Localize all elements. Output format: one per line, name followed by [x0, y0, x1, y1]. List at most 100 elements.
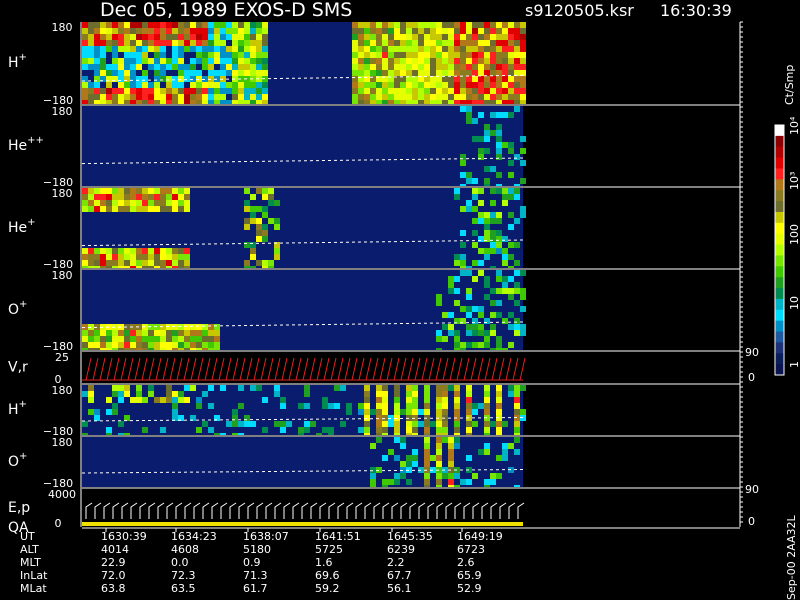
heatmap-cell	[496, 236, 502, 242]
heatmap-cell	[178, 342, 184, 348]
heatmap-cell	[160, 40, 166, 46]
heatmap-cell	[124, 385, 130, 391]
heatmap-cell	[208, 64, 214, 70]
heatmap-cell	[484, 46, 490, 52]
footer-row-label: ALT	[20, 543, 39, 556]
heatmap-cell	[190, 342, 196, 348]
footer-value: 1630:39	[101, 530, 147, 543]
heatmap-cell	[478, 58, 484, 64]
heatmap-cell	[502, 82, 508, 88]
panel-label: O+	[8, 299, 27, 318]
heatmap-cell	[460, 34, 466, 40]
heatmap-cell	[166, 58, 172, 64]
heatmap-cell	[124, 28, 130, 34]
heatmap-cell	[148, 342, 154, 348]
heatmap-cell	[394, 433, 400, 435]
heatmap-cell	[244, 242, 250, 248]
heatmap-cell	[472, 118, 478, 124]
heatmap-cell	[496, 342, 502, 348]
heatmap-cell	[94, 206, 100, 212]
file-name: s9120505.ksr	[525, 1, 634, 20]
heatmap-cell	[436, 82, 442, 88]
heatmap-cell	[178, 348, 184, 350]
heatmap-cell	[352, 70, 358, 76]
heatmap-cell	[418, 58, 424, 64]
heatmap-cell	[220, 94, 226, 100]
heatmap-cell	[382, 385, 388, 391]
heatmap-cell	[394, 40, 400, 46]
heatmap-cell	[508, 148, 514, 154]
heatmap-cell	[382, 433, 388, 435]
heatmap-cell	[244, 188, 250, 194]
heatmap-cell	[88, 409, 94, 415]
heatmap-cell	[454, 397, 460, 403]
heatmap-cell	[130, 336, 136, 342]
heatmap-cell	[352, 88, 358, 94]
y-tick-max: 4000	[48, 488, 76, 501]
heatmap-cell	[160, 254, 166, 260]
heatmap-cell	[352, 40, 358, 46]
heatmap-cell	[172, 391, 178, 397]
colorbar-cell	[775, 288, 784, 300]
heatmap-cell	[448, 455, 454, 461]
heatmap-cell	[388, 52, 394, 58]
heatmap-cell	[136, 40, 142, 46]
heatmap-cell	[400, 28, 406, 34]
heatmap-cell	[88, 22, 94, 28]
heatmap-cell	[88, 330, 94, 336]
heatmap-cell	[400, 22, 406, 28]
heatmap-cell	[508, 242, 514, 248]
heatmap-cell	[166, 348, 172, 350]
heatmap-cell	[196, 88, 202, 94]
heatmap-cell	[502, 276, 508, 282]
heatmap-cell	[448, 70, 454, 76]
heatmap-cell	[124, 76, 130, 82]
heatmap-cell	[418, 22, 424, 28]
heatmap-cell	[436, 46, 442, 52]
heatmap-cell	[250, 94, 256, 100]
footer-value: 4014	[101, 543, 129, 556]
heatmap-cell	[274, 385, 280, 391]
heatmap-cell	[124, 248, 130, 254]
heatmap-cell	[178, 188, 184, 194]
heatmap-cell	[376, 403, 382, 409]
heatmap-cell	[394, 409, 400, 415]
heatmap-cell	[508, 312, 514, 318]
heatmap-cell	[430, 58, 436, 64]
heatmap-cell	[502, 260, 508, 266]
heatmap-cell	[94, 409, 100, 415]
heatmap-cell	[148, 200, 154, 206]
heatmap-cell	[514, 218, 520, 224]
footer-value: 22.9	[101, 556, 126, 569]
heatmap-cell	[478, 212, 484, 218]
heatmap-cell	[172, 28, 178, 34]
heatmap-cell	[478, 312, 484, 318]
heatmap-cell	[394, 421, 400, 427]
heatmap-cell	[502, 254, 508, 260]
heatmap-cell	[178, 397, 184, 403]
heatmap-cell	[394, 82, 400, 88]
heatmap-cell	[82, 188, 88, 194]
heatmap-cell	[88, 391, 94, 397]
heatmap-cell	[424, 449, 430, 455]
heatmap-cell	[88, 82, 94, 88]
heatmap-cell	[166, 385, 172, 391]
heatmap-cell	[190, 336, 196, 342]
heatmap-cell	[436, 449, 442, 455]
heatmap-cell	[436, 94, 442, 100]
heatmap-cell	[232, 70, 238, 76]
heatmap-cell	[160, 64, 166, 70]
heatmap-cell	[154, 348, 160, 350]
heatmap-cell	[106, 188, 112, 194]
heatmap-cell	[94, 194, 100, 200]
heatmap-cell	[436, 427, 442, 433]
heatmap-cell	[388, 22, 394, 28]
heatmap-cell	[472, 230, 478, 236]
heatmap-cell	[430, 100, 436, 104]
heatmap-cell	[118, 194, 124, 200]
heatmap-cell	[118, 433, 124, 435]
heatmap-cell	[184, 330, 190, 336]
footer-value: 71.3	[243, 569, 268, 582]
heatmap-cell	[382, 479, 388, 485]
heatmap-cell	[364, 100, 370, 104]
